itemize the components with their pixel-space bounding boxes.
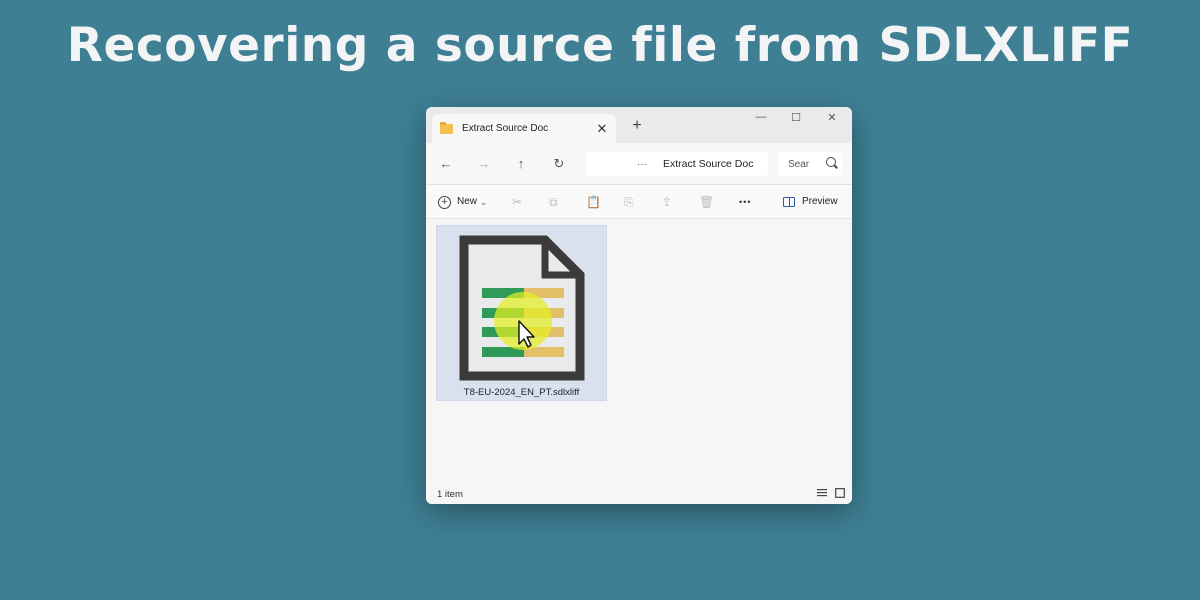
- tab-bar: Extract Source Doc ✕ + — ☐ ✕: [426, 107, 852, 143]
- chevron-down-icon: ⌄: [480, 197, 488, 207]
- folder-icon: [440, 121, 453, 134]
- details-view-icon[interactable]: [817, 488, 827, 498]
- copy-button[interactable]: ⧉: [549, 194, 558, 210]
- breadcrumb-ellipsis[interactable]: ···: [637, 159, 647, 170]
- maximize-button[interactable]: ☐: [787, 111, 805, 124]
- cut-button[interactable]: ✂: [512, 194, 522, 210]
- navigation-bar: ← → ↑ ↻ › ··· Extract Source Doc Sear: [426, 143, 852, 185]
- file-list-area[interactable]: T8-EU-2024_EN_PT.sdlxliff: [426, 219, 852, 483]
- sdlxliff-file-icon: [459, 235, 585, 381]
- headline: Recovering a source file from SDLXLIFF: [66, 18, 1134, 73]
- refresh-button[interactable]: ↻: [550, 155, 568, 173]
- file-name-label: T8-EU-2024_EN_PT.sdlxliff: [463, 387, 580, 398]
- more-options-button[interactable]: •••: [739, 194, 751, 210]
- breadcrumb-path[interactable]: Extract Source Doc: [663, 158, 753, 170]
- minimize-button[interactable]: —: [752, 111, 770, 123]
- new-button[interactable]: + New ⌄: [438, 194, 488, 210]
- search-placeholder: Sear: [788, 158, 810, 170]
- forward-button[interactable]: →: [475, 155, 493, 173]
- up-button[interactable]: ↑: [512, 155, 530, 173]
- item-count: 1 item: [437, 489, 463, 500]
- preview-label: Preview: [802, 196, 838, 207]
- file-item-sdlxliff[interactable]: T8-EU-2024_EN_PT.sdlxliff: [436, 225, 607, 401]
- delete-button[interactable]: 🗑: [699, 194, 714, 210]
- tab-extract-source-doc[interactable]: Extract Source Doc ✕: [432, 114, 616, 143]
- command-bar: + New ⌄ ✂ ⧉ 📋 ⎘ ⇪ 🗑 ••• Preview: [426, 185, 852, 219]
- paste-button[interactable]: 📋: [586, 194, 601, 210]
- tab-close-button[interactable]: ✕: [592, 121, 612, 137]
- search-icon: [826, 157, 836, 167]
- search-input[interactable]: Sear: [778, 152, 842, 176]
- large-icons-view-icon[interactable]: [835, 488, 845, 498]
- new-label: New: [457, 196, 478, 207]
- file-explorer-window: Extract Source Doc ✕ + — ☐ ✕ ← → ↑ ↻ › ·…: [426, 107, 852, 504]
- address-bar[interactable]: ··· Extract Source Doc: [586, 152, 768, 176]
- close-window-button[interactable]: ✕: [823, 111, 841, 124]
- share-button[interactable]: ⇪: [662, 194, 672, 210]
- preview-button[interactable]: Preview: [783, 194, 838, 210]
- plus-circle-icon: +: [438, 195, 451, 209]
- cursor-highlight: [494, 292, 552, 350]
- new-tab-button[interactable]: +: [628, 117, 646, 135]
- rename-button[interactable]: ⎘: [624, 194, 634, 210]
- preview-pane-icon: [783, 197, 795, 207]
- tab-label: Extract Source Doc: [462, 123, 549, 134]
- status-bar: 1 item: [426, 483, 852, 504]
- back-button[interactable]: ←: [437, 155, 455, 173]
